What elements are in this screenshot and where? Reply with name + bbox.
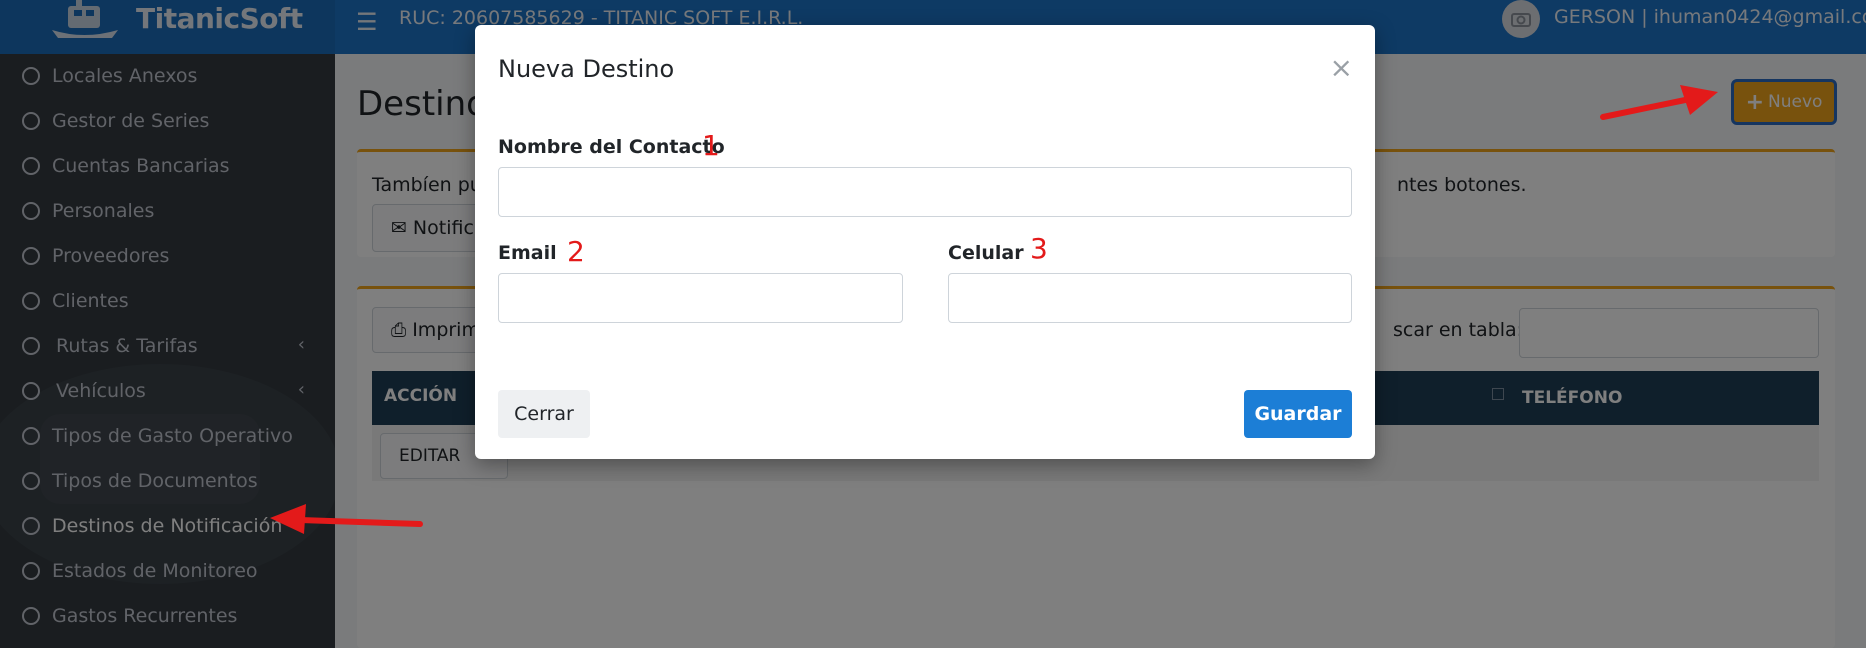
nueva-destino-modal: Nueva Destino × Nombre del Contacto 1 Em… xyxy=(475,25,1375,459)
cerrar-button[interactable]: Cerrar xyxy=(498,390,590,438)
email-label: Email xyxy=(498,242,557,264)
celular-field[interactable] xyxy=(948,273,1352,323)
guardar-button[interactable]: Guardar xyxy=(1244,390,1352,438)
annotation-marker-2: 2 xyxy=(567,235,585,268)
email-field[interactable] xyxy=(498,273,903,323)
nombre-contacto-input[interactable] xyxy=(498,167,1352,217)
modal-title: Nueva Destino xyxy=(498,55,675,83)
nombre-contacto-label: Nombre del Contacto xyxy=(498,136,725,158)
celular-label: Celular xyxy=(948,242,1024,264)
annotation-marker-1: 1 xyxy=(702,129,720,162)
annotation-marker-3: 3 xyxy=(1030,232,1048,265)
close-icon[interactable]: × xyxy=(1330,51,1353,84)
